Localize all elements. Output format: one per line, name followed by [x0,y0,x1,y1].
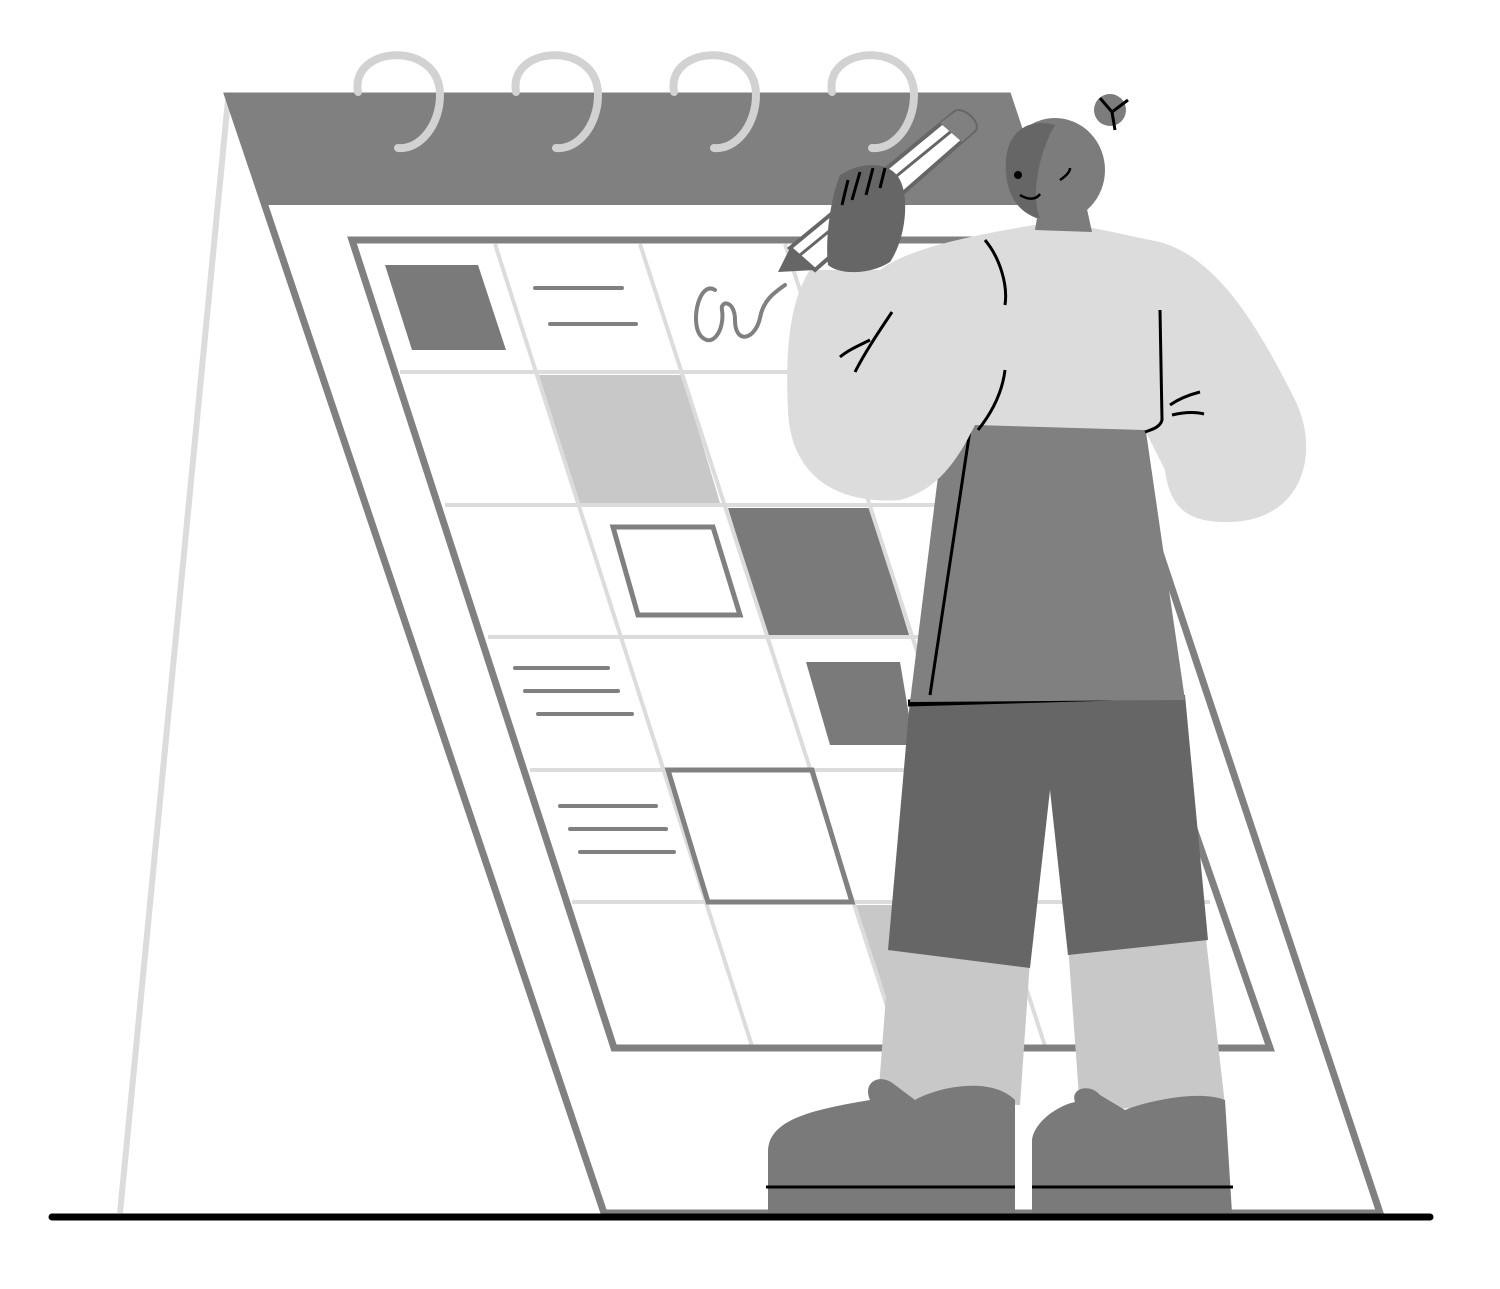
left-leg [878,945,1030,1105]
right-leg [1068,930,1225,1110]
calendar-illustration [48,51,1434,1221]
illustration [0,0,1500,1289]
hand [827,165,906,273]
calendar-stand [117,99,231,1214]
eye [1014,171,1022,179]
